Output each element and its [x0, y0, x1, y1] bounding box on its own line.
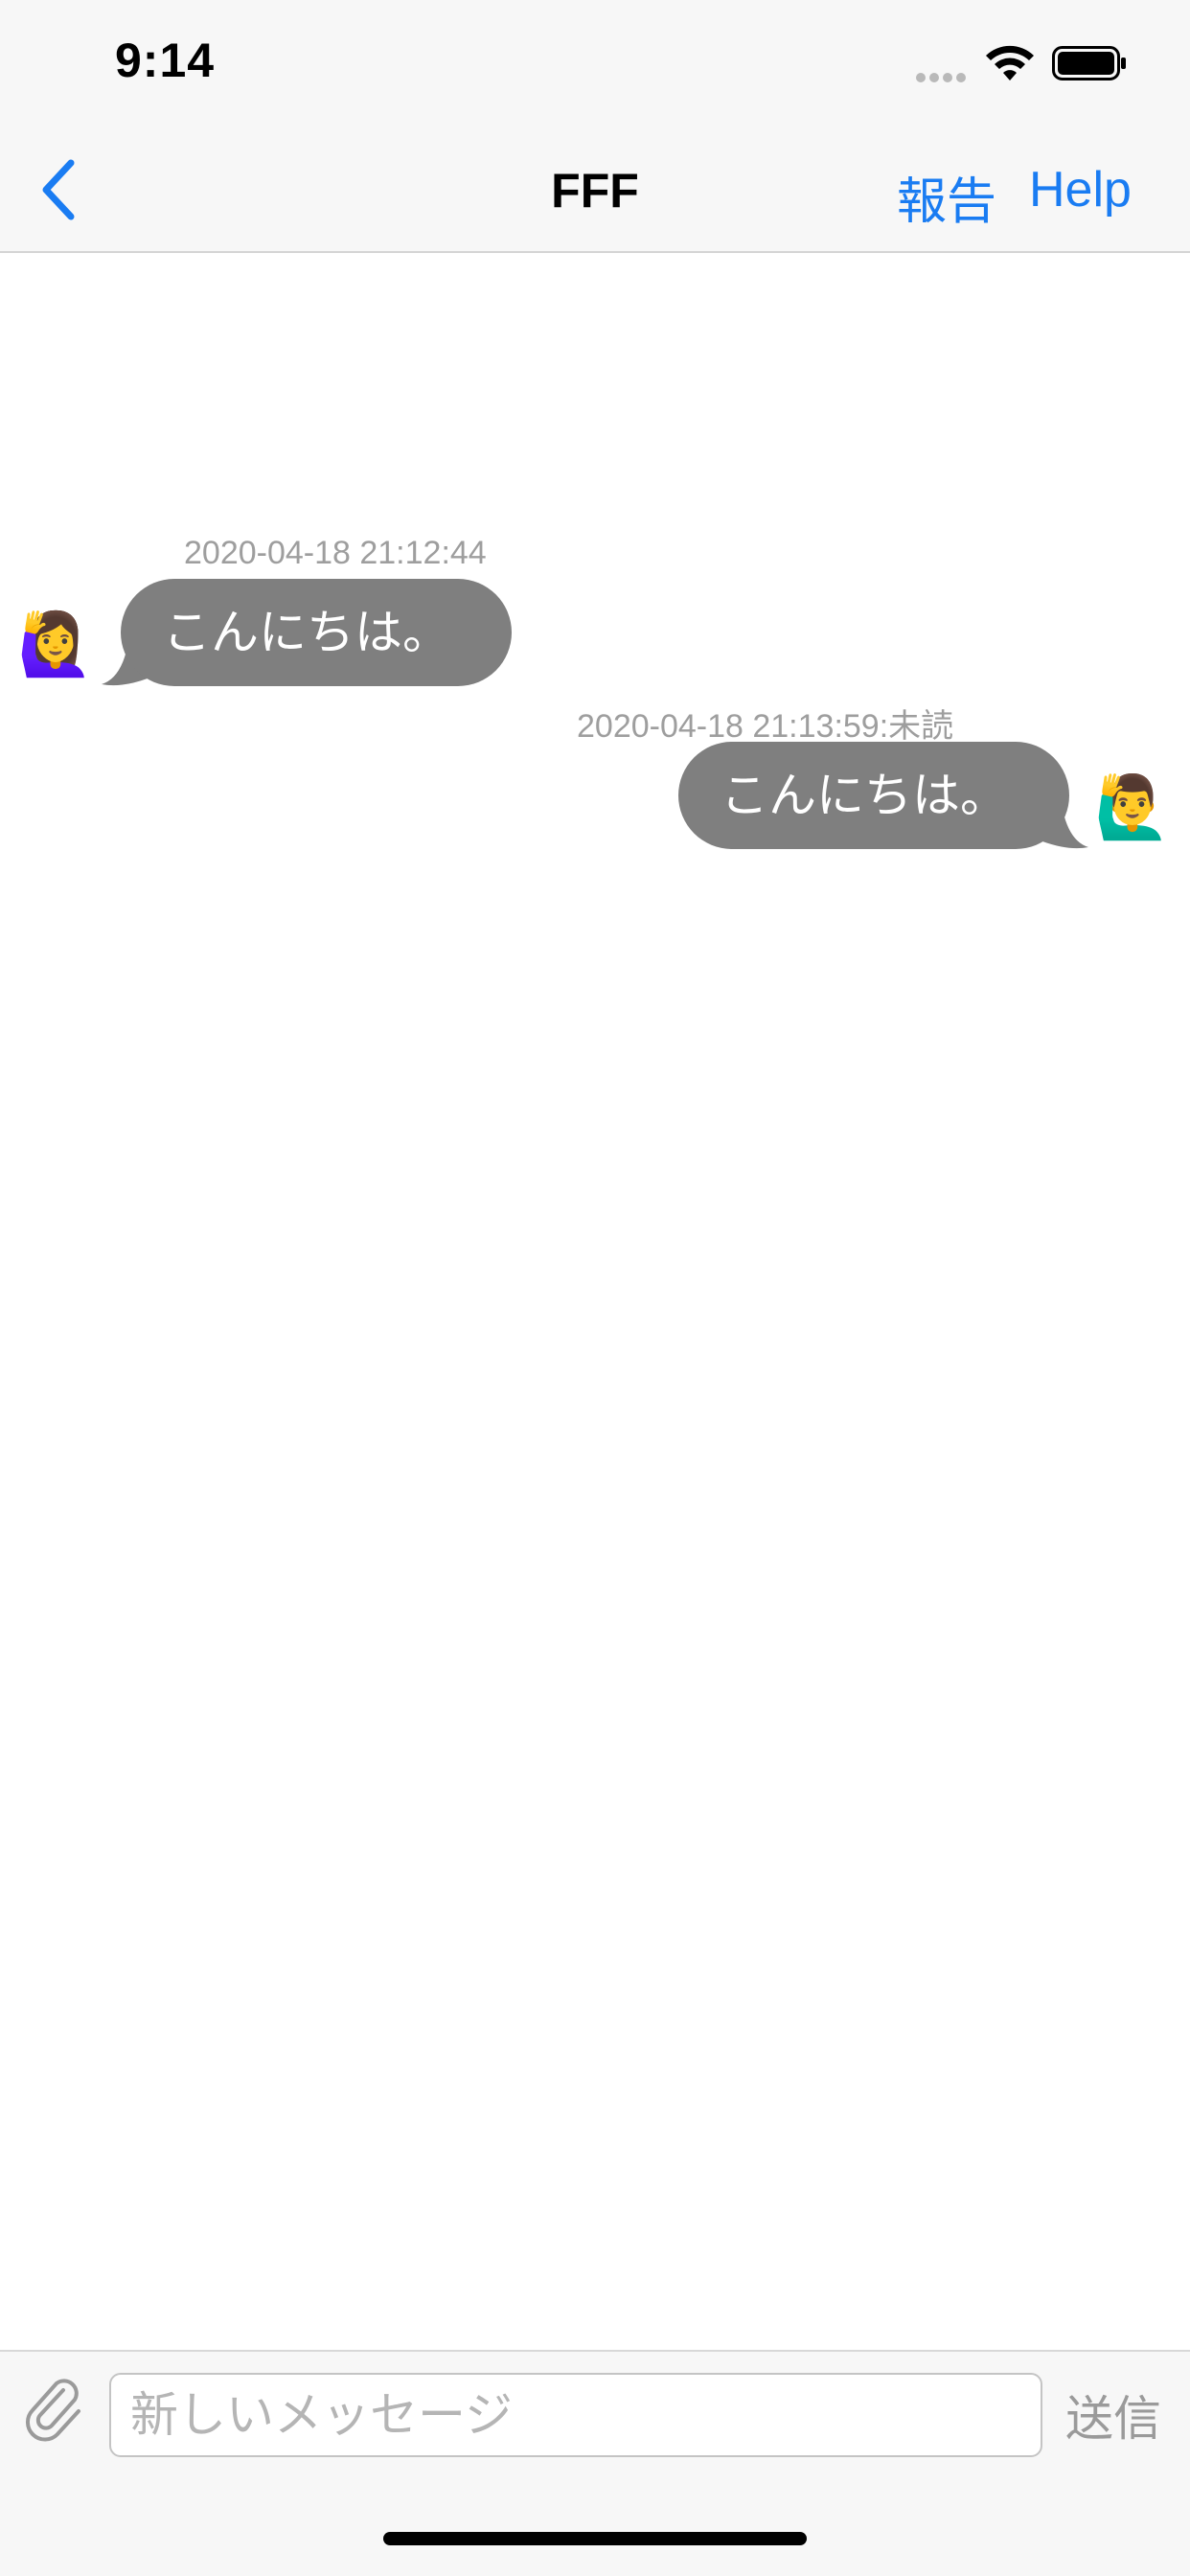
avatar[interactable]: 🙋‍♀️: [11, 600, 100, 688]
cellular-signal-icon: [916, 73, 966, 82]
home-indicator[interactable]: [383, 2532, 807, 2545]
paperclip-icon[interactable]: [21, 2375, 90, 2444]
send-button[interactable]: 送信: [1065, 2380, 1161, 2450]
bubble-tail: [1042, 788, 1088, 849]
message-timestamp: 2020-04-18 21:12:44: [184, 535, 487, 571]
avatar[interactable]: 🙋‍♂️: [1088, 763, 1177, 851]
page-title: FFF: [551, 164, 639, 218]
message-bubble[interactable]: こんにちは。: [121, 579, 512, 686]
report-button[interactable]: 報告: [897, 161, 996, 233]
battery-icon: [1052, 46, 1126, 80]
navigation-bar: FFF 報告 Help: [0, 126, 1190, 253]
status-bar: 9:14: [0, 0, 1190, 126]
message-bubble[interactable]: こんにちは。: [678, 742, 1069, 849]
status-time: 9:14: [115, 34, 216, 87]
message-timestamp: 2020-04-18 21:13:59:未読: [577, 708, 954, 745]
wifi-icon: [986, 45, 1034, 80]
message-input[interactable]: [109, 2373, 1042, 2457]
avatar-emoji: 🙋‍♀️: [17, 610, 94, 678]
avatar-emoji: 🙋‍♂️: [1094, 772, 1171, 841]
help-button[interactable]: Help: [1029, 161, 1132, 218]
